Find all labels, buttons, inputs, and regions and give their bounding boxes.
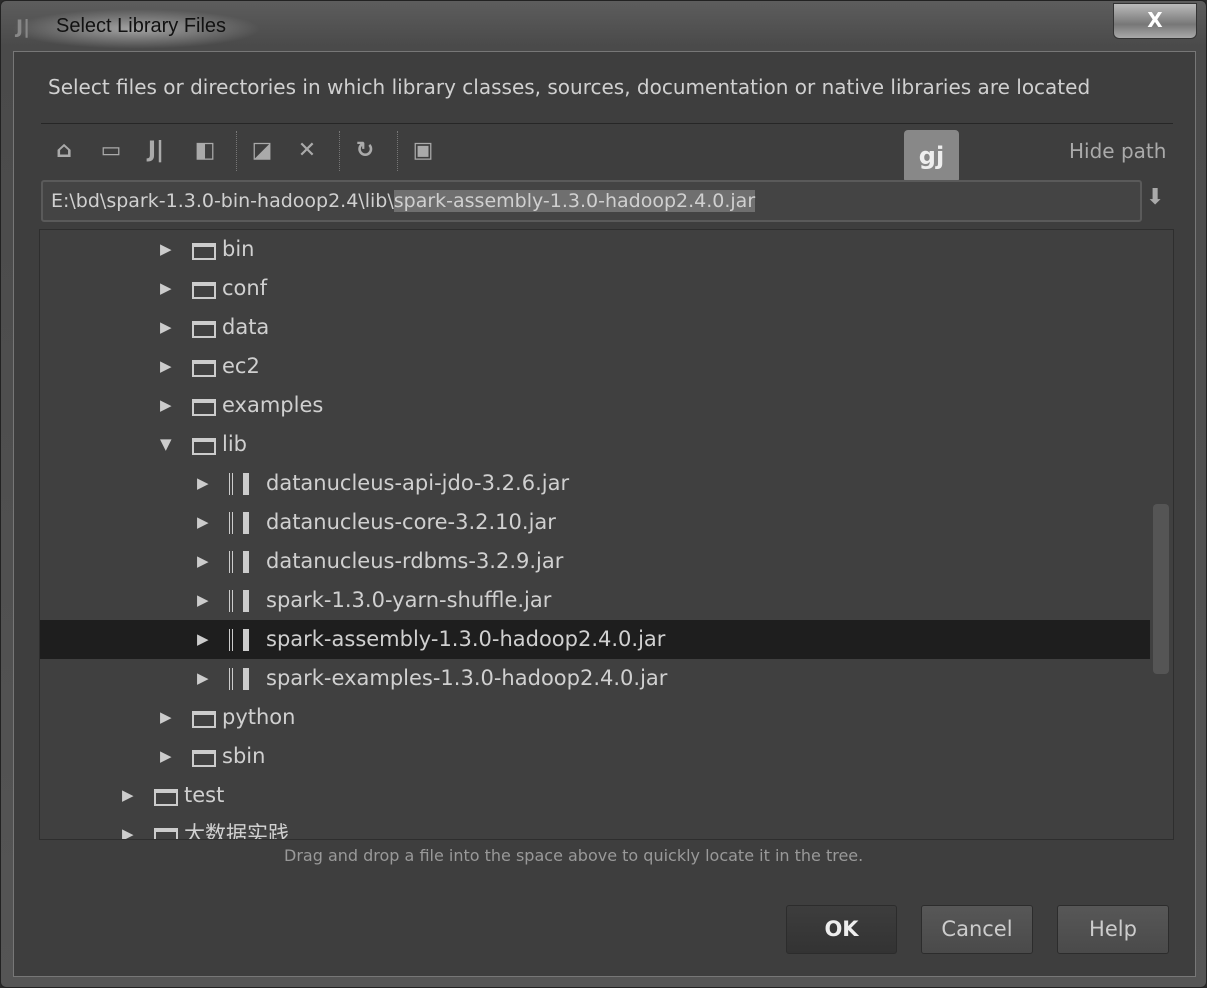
- expand-arrow-icon[interactable]: ▶: [197, 464, 209, 503]
- folder-icon: [192, 750, 216, 767]
- dialog-window: J| Select Library Files X Select files o…: [0, 0, 1207, 988]
- expand-arrow-icon[interactable]: ▶: [197, 542, 209, 581]
- drag-drop-hint: Drag and drop a file into the space abov…: [284, 846, 864, 865]
- tree-row[interactable]: ▶ spark-1.3.0-yarn-shuffle.jar: [40, 581, 1150, 620]
- jar-icon: [229, 668, 249, 690]
- tree-item-label: bin: [222, 237, 255, 261]
- folder-icon: [192, 243, 216, 260]
- path-selected-text: spark-assembly-1.3.0-hadoop2.4.0.jar: [393, 190, 756, 212]
- hide-path-link[interactable]: Hide path: [1069, 139, 1166, 163]
- ok-button[interactable]: OK: [786, 905, 897, 954]
- help-button[interactable]: Help: [1057, 905, 1169, 954]
- close-button[interactable]: X: [1113, 3, 1197, 39]
- expand-arrow-icon[interactable]: ▶: [197, 581, 209, 620]
- path-input[interactable]: E:\bd\spark-1.3.0-bin-hadoop2.4\lib\spar…: [41, 180, 1142, 222]
- collapse-arrow-icon[interactable]: ▼: [160, 425, 172, 464]
- project-icon[interactable]: J|: [142, 137, 170, 165]
- desktop-icon[interactable]: ▭: [97, 137, 125, 165]
- tree-item-label: data: [222, 315, 270, 339]
- tree-item-label: datanucleus-core-3.2.10.jar: [266, 510, 556, 534]
- tree-row[interactable]: ▶ spark-examples-1.3.0-hadoop2.4.0.jar: [40, 659, 1150, 698]
- refresh-icon[interactable]: ↻: [351, 137, 379, 165]
- folder-icon: [192, 438, 216, 455]
- jar-icon: [229, 629, 249, 651]
- tree-row[interactable]: ▶ bin: [40, 230, 1150, 269]
- jar-icon: [229, 551, 249, 573]
- folder-icon: [192, 360, 216, 377]
- tree-row[interactable]: ▶ ec2: [40, 347, 1150, 386]
- input-method-badge: gj: [904, 130, 959, 183]
- tree-item-label: datanucleus-rdbms-3.2.9.jar: [266, 549, 564, 573]
- tree-item-label: spark-1.3.0-yarn-shuffle.jar: [266, 588, 552, 612]
- tree-row[interactable]: ▶ conf: [40, 269, 1150, 308]
- tree-item-label: test: [184, 783, 225, 807]
- tree-item-label: datanucleus-api-jdo-3.2.6.jar: [266, 471, 570, 495]
- expand-arrow-icon[interactable]: ▶: [197, 503, 209, 542]
- tree-row[interactable]: ▶ sbin: [40, 737, 1150, 776]
- expand-arrow-icon[interactable]: ▶: [160, 347, 172, 386]
- tree-item-label: spark-assembly-1.3.0-hadoop2.4.0.jar: [266, 627, 666, 651]
- tree-row[interactable]: ▶ 大数据实践: [40, 815, 1150, 840]
- tree-item-label: conf: [222, 276, 268, 300]
- folder-icon: [192, 399, 216, 416]
- expand-arrow-icon[interactable]: ▶: [122, 815, 134, 839]
- expand-arrow-icon[interactable]: ▶: [122, 776, 134, 815]
- tree-row[interactable]: ▼ lib: [40, 425, 1150, 464]
- path-prefix: E:\bd\spark-1.3.0-bin-hadoop2.4\lib\: [51, 190, 394, 212]
- tree-item-label: spark-examples-1.3.0-hadoop2.4.0.jar: [266, 666, 668, 690]
- tree-row[interactable]: ▶ datanucleus-api-jdo-3.2.6.jar: [40, 464, 1150, 503]
- download-icon[interactable]: ⬇: [1146, 185, 1170, 215]
- divider: [41, 123, 1173, 124]
- toolbar-separator: [397, 131, 398, 171]
- expand-arrow-icon[interactable]: ▶: [160, 737, 172, 776]
- new-folder-icon[interactable]: ◪: [248, 137, 276, 165]
- tree-item-label: ec2: [222, 354, 260, 378]
- expand-arrow-icon[interactable]: ▶: [160, 269, 172, 308]
- tree-row[interactable]: ▶ datanucleus-core-3.2.10.jar: [40, 503, 1150, 542]
- expand-arrow-icon[interactable]: ▶: [160, 386, 172, 425]
- expand-arrow-icon[interactable]: ▶: [197, 620, 209, 659]
- jar-icon: [229, 473, 249, 495]
- expand-arrow-icon[interactable]: ▶: [197, 659, 209, 698]
- home-icon[interactable]: ⌂: [50, 137, 78, 165]
- tree-row[interactable]: ▶ spark-assembly-1.3.0-hadoop2.4.0.jar: [40, 620, 1150, 659]
- description: Select files or directories in which lib…: [48, 75, 1091, 99]
- tree-item-label: python: [222, 705, 296, 729]
- tree-row[interactable]: ▶ datanucleus-rdbms-3.2.9.jar: [40, 542, 1150, 581]
- expand-arrow-icon[interactable]: ▶: [160, 308, 172, 347]
- show-hidden-icon[interactable]: ▣: [409, 137, 437, 165]
- folder-icon: [154, 828, 178, 839]
- expand-arrow-icon[interactable]: ▶: [160, 698, 172, 737]
- tree-row[interactable]: ▶ test: [40, 776, 1150, 815]
- tree-item-label: 大数据实践: [184, 822, 289, 840]
- file-tree[interactable]: ▶ bin ▶ conf ▶ data ▶ ec2 ▶ examples ▼ lib ▶ datanucl…: [39, 229, 1174, 840]
- expand-arrow-icon[interactable]: ▶: [160, 230, 172, 269]
- jar-icon: [229, 512, 249, 534]
- toolbar-separator: [236, 131, 237, 171]
- module-icon[interactable]: ◧: [191, 137, 219, 165]
- intellij-icon: J|: [16, 16, 31, 38]
- toolbar-separator: [339, 131, 340, 171]
- tree-item-label: sbin: [222, 744, 266, 768]
- folder-icon: [192, 282, 216, 299]
- jar-icon: [229, 590, 249, 612]
- tree-item-label: examples: [222, 393, 324, 417]
- tree-row[interactable]: ▶ examples: [40, 386, 1150, 425]
- folder-icon: [192, 711, 216, 728]
- window-title: Select Library Files: [56, 15, 227, 37]
- folder-icon: [154, 789, 178, 806]
- delete-icon[interactable]: ✕: [293, 137, 321, 165]
- folder-icon: [192, 321, 216, 338]
- cancel-button[interactable]: Cancel: [921, 905, 1033, 954]
- tree-row[interactable]: ▶ python: [40, 698, 1150, 737]
- tree-item-label: lib: [222, 432, 247, 456]
- tree-row[interactable]: ▶ data: [40, 308, 1150, 347]
- scrollbar[interactable]: [1153, 504, 1169, 674]
